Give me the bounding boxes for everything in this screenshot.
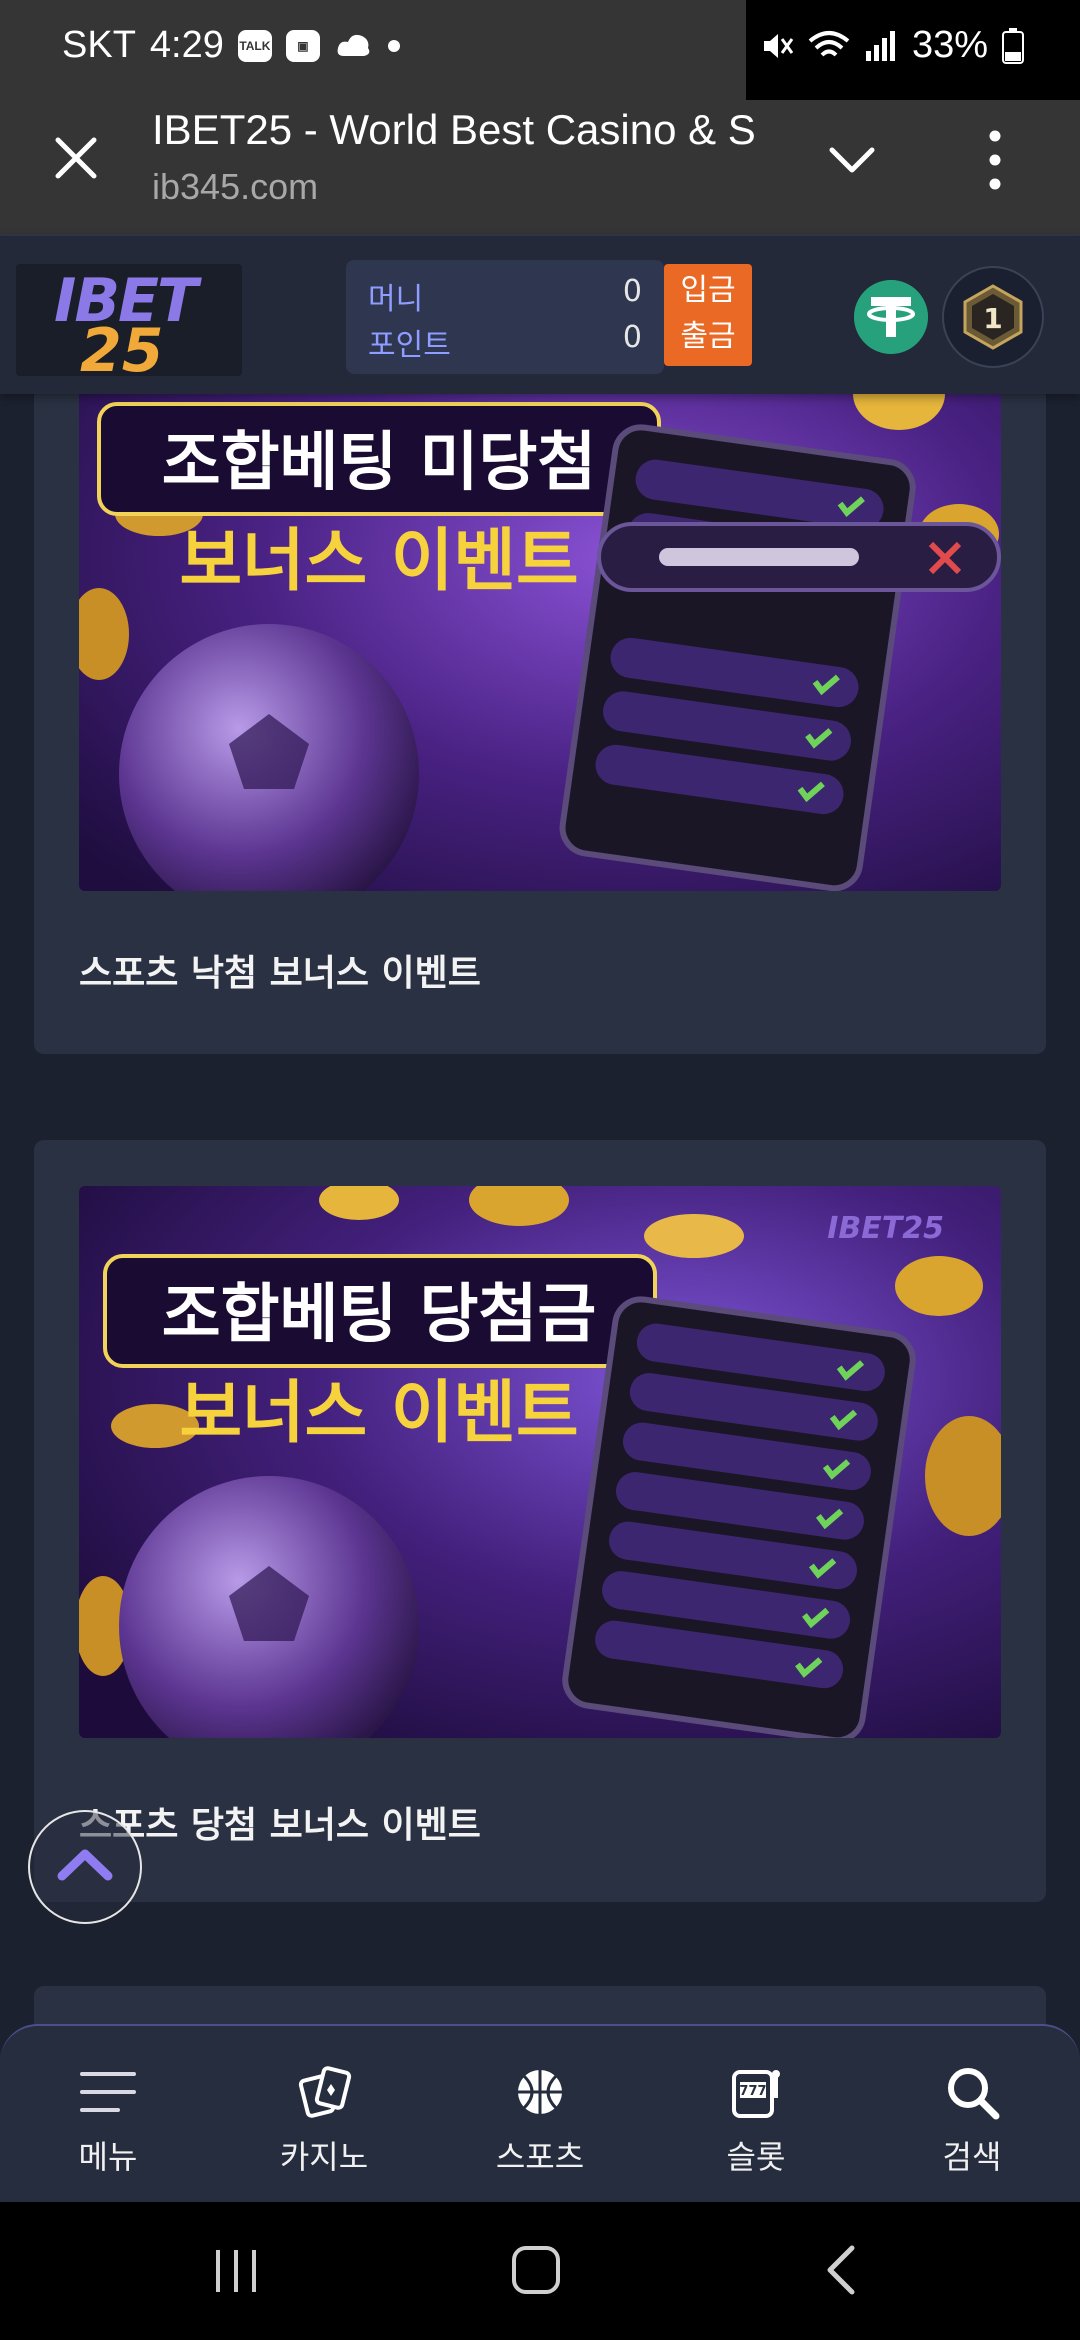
nav-label: 검색 [942, 2138, 1002, 2176]
mute-icon [763, 33, 794, 58]
tether-icon[interactable] [854, 280, 928, 354]
slot-icon: 777 [732, 2070, 780, 2118]
recent-apps-icon[interactable] [206, 2244, 266, 2298]
banner-logo: IBET25 [827, 1211, 944, 1246]
nav-search[interactable]: 검색 [864, 2026, 1080, 2204]
nav-menu[interactable]: 메뉴 [0, 2026, 216, 2204]
event-banner[interactable]: IBET25 조합베팅 당첨금 보너스 이벤트 [79, 1186, 1001, 1738]
nav-label: 카지노 [279, 2138, 369, 2176]
scroll-top-button[interactable] [28, 1810, 142, 1924]
event-card[interactable] [34, 1986, 1046, 2024]
battery-icon [1002, 27, 1024, 64]
clock: 4:29 [149, 24, 224, 66]
level-badge[interactable]: 1 [942, 266, 1044, 368]
talk-icon: TALK [237, 29, 272, 62]
site-header: IBET 25 머니 0 포인트 0 입금 출금 1 [0, 234, 1080, 394]
banner-subtitle: 보너스 이벤트 [179, 1374, 578, 1453]
banner-title: 조합베팅 당첨금 [162, 1278, 596, 1352]
weather-icon [337, 34, 370, 56]
event-card[interactable]: 조합베팅 미당첨 보너스 이벤트 스포츠 낙첨 보너스 이벤트 [34, 394, 1046, 1054]
event-banner-image: IBET25 조합베팅 당첨금 보너스 이벤트 [79, 1186, 1001, 1738]
withdraw-label[interactable]: 출금 [664, 314, 752, 360]
nav-slot[interactable]: 777 슬롯 [648, 2026, 864, 2204]
cards-icon [298, 2066, 352, 2118]
event-banner[interactable]: 조합베팅 미당첨 보너스 이벤트 [79, 394, 1001, 891]
home-icon[interactable] [506, 2244, 566, 2298]
nav-casino[interactable]: 카지노 [216, 2026, 432, 2204]
battery-percent: 33% [911, 24, 988, 66]
back-icon[interactable] [812, 2244, 872, 2298]
nav-label: 슬롯 [726, 2138, 786, 2176]
site-logo[interactable]: IBET 25 [16, 264, 242, 386]
money-label: 머니 [368, 282, 424, 317]
event-title[interactable]: 스포츠 낙첨 보너스 이벤트 [79, 944, 481, 996]
chevron-down-icon[interactable] [822, 130, 882, 190]
carrier-label: SKT [62, 24, 136, 66]
deposit-label[interactable]: 입금 [664, 268, 752, 314]
menu-icon [80, 2072, 136, 2112]
gallery-icon: ▣ [285, 29, 320, 62]
point-value: 0 [622, 320, 642, 355]
deposit-withdraw-button[interactable]: 입금 출금 [664, 264, 752, 366]
nav-label: 스포츠 [495, 2138, 585, 2176]
system-navigation-bar [0, 2202, 1080, 2340]
svg-text:777: 777 [739, 2084, 766, 2099]
page-title: IBET25 - World Best Casino & S [152, 106, 756, 153]
wifi-icon [808, 30, 850, 56]
bottom-navigation: 메뉴 카지노 스포츠 777 슬롯 검색 [0, 2024, 1080, 2202]
chevron-up-icon [57, 1849, 113, 1881]
nav-label: 메뉴 [78, 2138, 138, 2176]
event-card[interactable]: IBET25 조합베팅 당첨금 보너스 이벤트 스포츠 당첨 보너스 이벤트 [34, 1140, 1046, 1902]
close-icon[interactable] [46, 128, 106, 188]
page-url[interactable]: ib345.com [152, 166, 318, 208]
signal-icon [865, 30, 895, 61]
notification-dot [387, 39, 400, 52]
point-label: 포인트 [368, 328, 451, 363]
banner-title: 조합베팅 미당첨 [162, 426, 596, 500]
status-bar: SKT 4:29 TALK ▣ 33% [0, 0, 1080, 234]
wallet-panel: 머니 0 포인트 0 [346, 260, 664, 374]
browser-toolbar: IBET25 - World Best Casino & S ib345.com [0, 100, 1080, 234]
banner-subtitle: 보너스 이벤트 [179, 522, 578, 601]
more-options-icon[interactable] [980, 128, 1010, 192]
event-list: 조합베팅 미당첨 보너스 이벤트 스포츠 낙첨 보너스 이벤트 IBET25 조… [0, 394, 1080, 2024]
money-value: 0 [622, 274, 642, 309]
basketball-icon [518, 2070, 562, 2114]
level-hexagon-icon: 1 [963, 284, 1023, 350]
search-icon [948, 2068, 1000, 2120]
event-banner-image: 조합베팅 미당첨 보너스 이벤트 [79, 394, 1001, 891]
level-number: 1 [983, 302, 1002, 335]
nav-sports[interactable]: 스포츠 [432, 2026, 648, 2204]
